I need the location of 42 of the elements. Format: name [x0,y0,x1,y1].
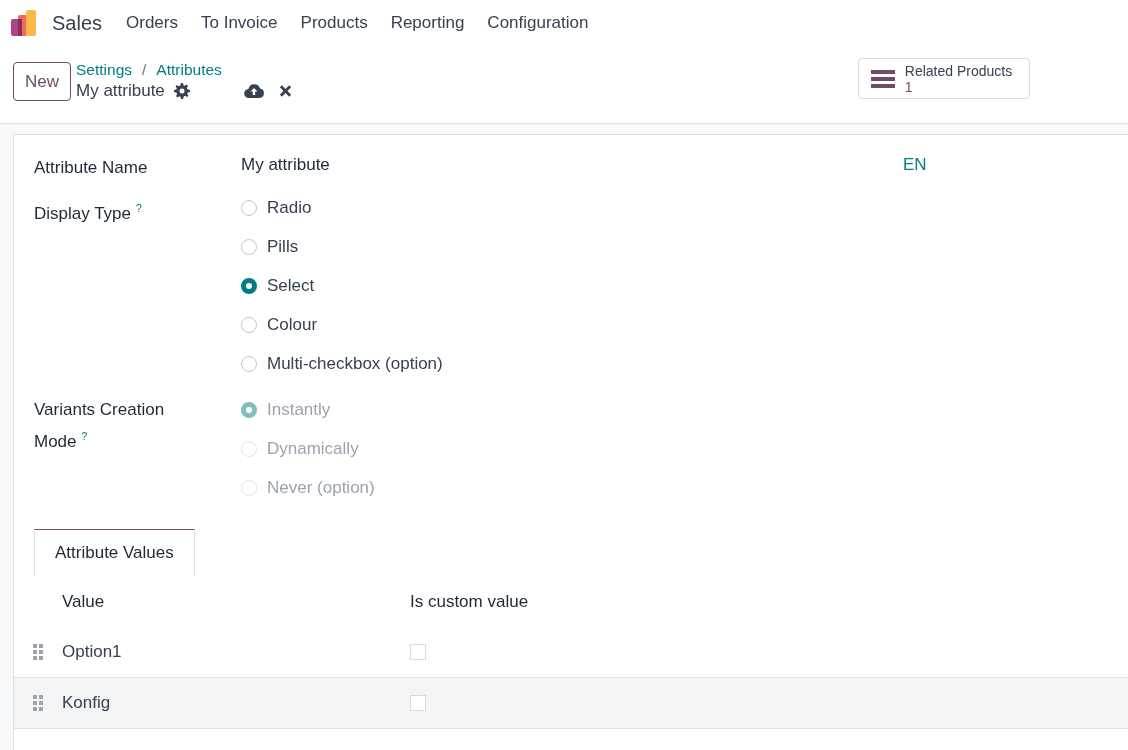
menu-item[interactable]: To Invoice [201,13,278,33]
app-name[interactable]: Sales [52,11,103,35]
settings-icon[interactable] [173,83,190,99]
app-logo-icon[interactable] [10,9,38,37]
radio-option[interactable]: Colour [241,312,443,338]
attribute-name-field[interactable]: My attribute [241,155,903,181]
field-label: Display Type $^{?}$ [34,201,143,225]
table-cell-text: Option1 [62,642,123,662]
checkbox[interactable] [410,695,426,711]
field-label: Variants Creation Mode $^{?}$ [34,399,166,453]
discard-icon[interactable] [278,83,292,99]
checkbox[interactable] [410,644,426,660]
radio-option[interactable]: Select [241,273,443,299]
radio-option: Never (option) [241,475,375,501]
menu-item[interactable]: Configuration [487,13,589,33]
menu-item[interactable]: Orders [126,13,178,33]
drag-handle-icon[interactable] [33,644,43,660]
table-cell-text: Konfig [62,693,112,713]
record-title: My attribute [76,81,165,101]
column-header[interactable]: Is custom value [410,592,529,612]
field-label: Attribute Name [34,157,149,179]
cloud-upload-icon[interactable] [243,83,264,99]
new-button[interactable]: New [13,62,71,101]
radio-option: Instantly [241,397,375,423]
table-row[interactable]: Konfig [14,678,1128,729]
related-products-button[interactable]: Related Products 1 [857,58,1030,99]
breadcrumb-link[interactable]: Settings [76,61,133,79]
breadcrumb-separator: / [142,61,147,79]
breadcrumb-link[interactable]: Attributes [156,61,222,79]
radio-option: Dynamically [241,436,375,462]
radio-option[interactable]: Multi-checkbox (option) [241,351,443,377]
notebook-tab[interactable]: Attribute Values [34,529,195,576]
drag-handle-icon[interactable] [33,695,43,711]
menu-item[interactable]: Reporting [390,13,465,33]
radio-button[interactable] [241,278,257,294]
menu-item[interactable]: Products [300,13,368,33]
list-icon [870,68,895,89]
radio-option[interactable]: Pills [241,234,443,260]
radio-option[interactable]: Radio [241,195,443,221]
column-header[interactable]: Value [62,592,410,612]
language-button[interactable]: EN [903,155,927,181]
help-tooltip[interactable]: ? [135,202,142,214]
